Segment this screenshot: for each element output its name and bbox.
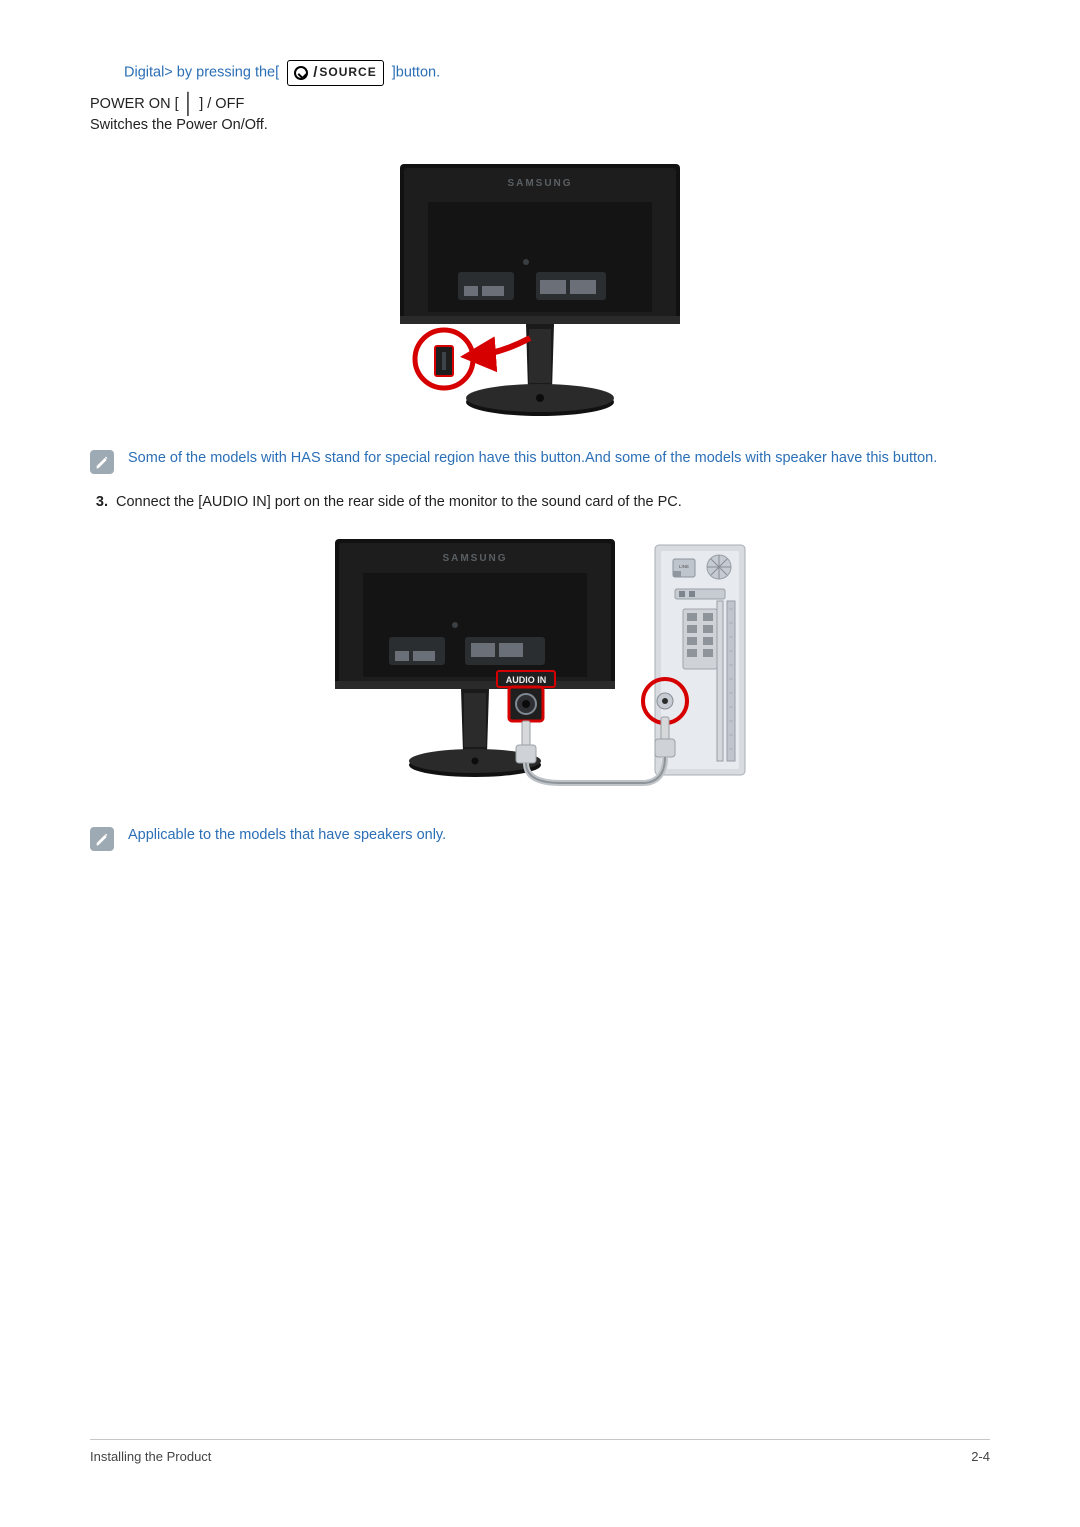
figure-audio-in: SAMSUNG AUDIO IN <box>90 531 990 801</box>
power-bar-icon: │ <box>183 93 196 115</box>
slash-icon: / <box>313 62 317 84</box>
has-stand-note: Some of the models with HAS stand for sp… <box>128 448 990 469</box>
note-icon <box>90 827 114 851</box>
footer-section: Installing the Product <box>90 1448 211 1467</box>
svg-text:LINE: LINE <box>679 564 689 569</box>
speakers-note: Applicable to the models that have speak… <box>128 825 990 846</box>
top-line-prefix: Digital> by pressing the[ <box>124 65 279 81</box>
page-number: 2-4 <box>971 1448 990 1467</box>
step-3: Connect the [AUDIO IN] port on the rear … <box>112 492 990 513</box>
top-line-suffix: ]button. <box>392 65 440 81</box>
source-label: SOURCE <box>319 64 376 81</box>
svg-text:AUDIO IN: AUDIO IN <box>506 675 547 685</box>
svg-text:SAMSUNG: SAMSUNG <box>442 553 507 564</box>
step-3-text: Connect the [AUDIO IN] port on the rear … <box>116 494 682 510</box>
svg-text:SAMSUNG: SAMSUNG <box>507 178 572 189</box>
power-desc: Switches the Power On/Off. <box>90 115 990 136</box>
enter-icon <box>294 66 308 80</box>
figure-power-button: SAMSUNG <box>90 154 990 424</box>
note-icon <box>90 450 114 474</box>
enter-source-button-icon: / SOURCE <box>287 60 384 86</box>
power-heading: POWER ON [ │ ] / OFF <box>90 94 990 115</box>
